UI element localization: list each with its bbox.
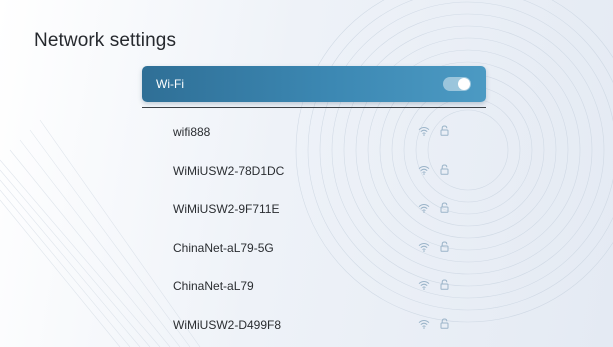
wifi-signal-icon — [418, 204, 430, 213]
network-name: ChinaNet-aL79-5G — [173, 240, 274, 255]
network-name: ChinaNet-aL79 — [173, 279, 254, 293]
network-item[interactable]: ChinaNet-aL79 — [142, 268, 486, 307]
wifi-signal-icon — [418, 127, 430, 136]
divider — [142, 107, 486, 108]
wifi-label: Wi-Fi — [156, 77, 184, 91]
wifi-toggle-switch[interactable] — [443, 77, 471, 91]
network-name: WiMiUSW2-78D1DC — [173, 163, 285, 178]
lock-icon — [440, 317, 449, 329]
network-item[interactable]: wifi888 — [142, 114, 486, 153]
network-name: wifi888 — [173, 125, 211, 139]
network-item[interactable]: WiMiUSW2-78D1DC — [142, 153, 486, 192]
network-settings-screen: Network settings Wi-Fi wifi888 WiMiUSW2-… — [0, 0, 613, 347]
lock-icon — [440, 125, 449, 136]
toggle-knob — [458, 78, 470, 90]
network-list: wifi888 WiMiUSW2-78D1DC WiMiUSW2-9F711E … — [142, 114, 486, 345]
network-item[interactable]: WiMiUSW2-9F711E — [142, 191, 486, 230]
network-item[interactable]: WiMiUSW2-D499F8 — [142, 307, 486, 346]
network-name: WiMiUSW2-D499F8 — [173, 317, 282, 332]
wifi-toggle-row[interactable]: Wi-Fi — [142, 66, 486, 102]
network-item[interactable]: ChinaNet-aL79-5G — [142, 230, 486, 269]
lock-icon — [440, 163, 449, 175]
lock-icon — [440, 240, 449, 252]
page-title: Network settings — [34, 30, 177, 51]
wifi-signal-icon — [418, 165, 430, 175]
wifi-signal-icon — [418, 319, 430, 329]
wifi-signal-icon — [418, 281, 430, 290]
network-name: WiMiUSW2-9F711E — [173, 202, 280, 216]
lock-icon — [440, 279, 449, 290]
wifi-signal-icon — [418, 242, 430, 252]
lock-icon — [440, 202, 449, 213]
